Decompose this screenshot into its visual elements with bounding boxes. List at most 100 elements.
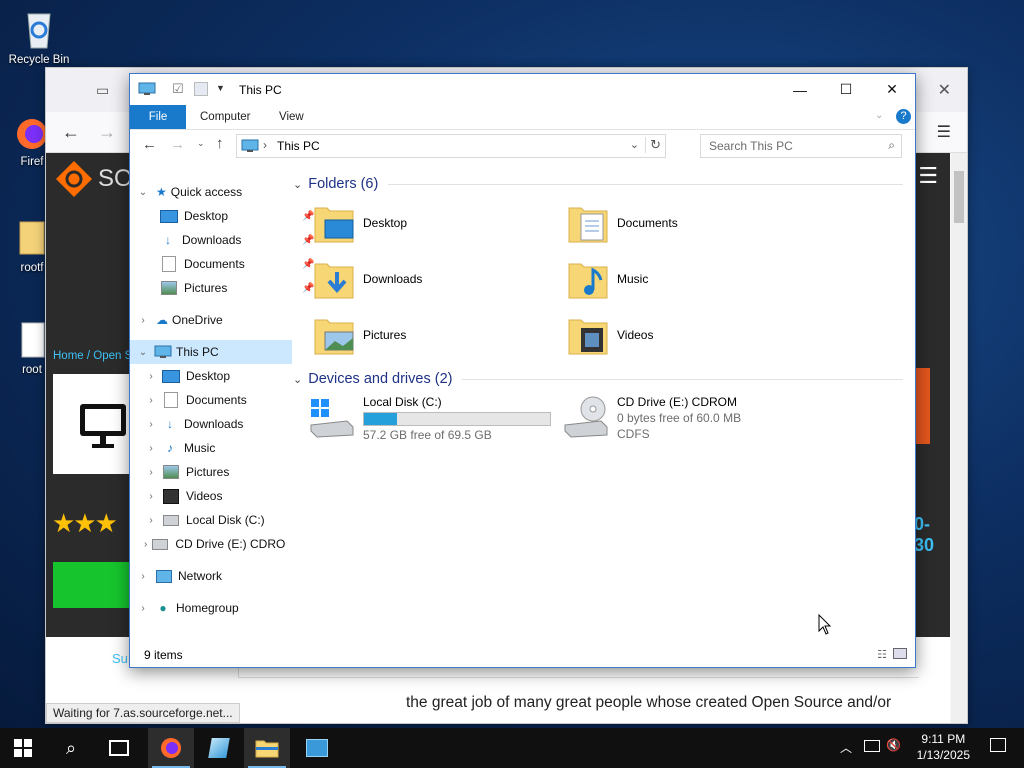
clock[interactable]: 9:11 PM 1/13/2025 xyxy=(917,731,970,763)
tab-file[interactable]: File xyxy=(130,105,186,129)
taskbar-firefox[interactable] xyxy=(148,728,194,768)
nav-pc-music[interactable]: › ♪ Music xyxy=(144,436,215,460)
collapsed-chevron-icon[interactable]: › xyxy=(136,315,150,326)
back-icon[interactable]: ← xyxy=(142,136,157,153)
drive-local-disk[interactable]: Local Disk (C:) 57.2 GB free of 69.5 GB xyxy=(309,395,551,451)
collapsed-chevron-icon[interactable]: › xyxy=(144,515,158,526)
tab-fragment[interactable]: Su xyxy=(112,651,128,666)
menu-icon[interactable]: ☰ xyxy=(937,122,951,142)
breadcrumb[interactable]: Home / Open S xyxy=(53,350,132,362)
expanded-chevron-icon[interactable]: ⌄ xyxy=(293,178,302,191)
minimize-button[interactable]: — xyxy=(777,74,823,105)
collapsed-chevron-icon[interactable]: › xyxy=(144,443,158,454)
folders-section-header[interactable]: ⌄ Folders (6) xyxy=(293,174,903,194)
browser-scrollbar[interactable] xyxy=(951,153,967,723)
refresh-icon[interactable]: ↻ xyxy=(645,137,661,153)
taskbar-control-panel[interactable] xyxy=(294,728,340,768)
search-input[interactable]: Search This PC ⌕ xyxy=(700,134,902,158)
drive-cd[interactable]: CD Drive (E:) CDROM 0 bytes free of 60.0… xyxy=(563,395,741,451)
videos-icon xyxy=(163,488,179,504)
back-icon[interactable]: ← xyxy=(62,122,80,143)
collapsed-chevron-icon[interactable]: › xyxy=(144,395,158,406)
taskbar-app[interactable] xyxy=(196,728,242,768)
nav-onedrive[interactable]: › ☁ OneDrive xyxy=(136,308,222,332)
address-bar[interactable]: › This PC ⌄ ↻ xyxy=(236,134,666,158)
collapsed-chevron-icon[interactable]: › xyxy=(136,571,150,582)
collapsed-chevron-icon[interactable]: › xyxy=(144,371,158,382)
collapsed-chevron-icon[interactable]: › xyxy=(136,603,150,614)
tray-expand-icon[interactable]: ︿ xyxy=(840,739,852,756)
folder-downloads[interactable]: Downloads xyxy=(313,255,422,303)
start-button[interactable] xyxy=(0,728,46,768)
nav-label: Network xyxy=(178,569,223,583)
nav-pc-desktop[interactable]: › Desktop xyxy=(144,364,230,388)
nav-quick-downloads[interactable]: ↓ Downloads 📌 xyxy=(160,228,314,252)
properties-icon[interactable]: ☑ xyxy=(172,81,184,97)
close-button[interactable]: ✕ xyxy=(869,74,915,105)
folder-documents[interactable]: Documents xyxy=(567,199,678,247)
help-icon[interactable]: ? xyxy=(896,109,911,124)
folder-label: Music xyxy=(617,272,649,286)
nav-homegroup[interactable]: › ● Homegroup xyxy=(136,596,238,620)
collapsed-chevron-icon[interactable]: › xyxy=(144,467,158,478)
tab-view[interactable]: View xyxy=(267,105,316,129)
desktop-icon xyxy=(160,209,178,223)
collapsed-chevron-icon[interactable]: › xyxy=(144,491,158,502)
recent-dropdown-icon[interactable]: ⌄ xyxy=(197,138,205,149)
details-view-icon[interactable]: ☷ xyxy=(877,648,887,661)
sourceforge-logo[interactable]: SO xyxy=(54,159,133,199)
nav-network[interactable]: › Network xyxy=(136,564,222,588)
nav-quick-documents[interactable]: Documents 📌 xyxy=(160,252,314,276)
ribbon-expand-icon[interactable]: ⌄ xyxy=(875,110,883,121)
address-dropdown-icon[interactable]: ⌄ xyxy=(630,138,639,151)
nav-pc-documents[interactable]: › Documents xyxy=(144,388,247,412)
folder-videos[interactable]: Videos xyxy=(567,311,653,359)
folder-icon xyxy=(255,740,279,758)
hamburger-icon[interactable]: ☰ xyxy=(918,163,938,189)
nav-this-pc[interactable]: ⌄ This PC xyxy=(130,340,292,364)
up-icon[interactable]: ↑ xyxy=(216,135,224,152)
nav-pc-videos[interactable]: › Videos xyxy=(144,484,222,508)
drive-space: 0 bytes free of 60.0 MB xyxy=(617,411,742,425)
forward-icon[interactable]: → xyxy=(98,122,116,143)
music-icon: ♪ xyxy=(167,441,173,455)
new-folder-icon[interactable] xyxy=(194,82,208,96)
folder-desktop[interactable]: Desktop xyxy=(313,199,407,247)
nav-pc-local-disk[interactable]: › Local Disk (C:) xyxy=(144,508,264,532)
desktop-icon-recycle-bin[interactable]: Recycle Bin xyxy=(1,8,77,66)
folder-pictures[interactable]: Pictures xyxy=(313,311,406,359)
qat-dropdown-icon[interactable]: ▼ xyxy=(216,83,225,93)
nav-label: Documents xyxy=(184,257,245,271)
explorer-window[interactable]: ☑ ▼ This PC — ☐ ✕ File Computer View ⌄ ?… xyxy=(129,73,916,668)
nav-quick-desktop[interactable]: Desktop 📌 xyxy=(160,204,314,228)
search-button[interactable]: ⌕ xyxy=(48,728,94,768)
scrollbar-thumb[interactable] xyxy=(954,171,964,223)
drives-section-header[interactable]: ⌄ Devices and drives (2) xyxy=(293,369,903,389)
network-tray-icon[interactable] xyxy=(864,740,880,752)
folder-music[interactable]: Music xyxy=(567,255,648,303)
forward-icon[interactable]: → xyxy=(170,136,185,153)
expanded-chevron-icon[interactable]: ⌄ xyxy=(136,187,150,198)
nav-quick-access[interactable]: ⌄ ★ Quick access xyxy=(136,180,242,204)
volume-muted-icon[interactable]: 🔇 xyxy=(886,738,901,752)
breadcrumb-chevron-icon[interactable]: › xyxy=(263,138,267,152)
task-view-button[interactable] xyxy=(96,728,142,768)
close-icon[interactable]: ✕ xyxy=(938,80,951,100)
tab-overview-icon[interactable]: ▭ xyxy=(96,82,109,99)
nav-label: Music xyxy=(184,441,216,455)
maximize-button[interactable]: ☐ xyxy=(823,74,869,105)
nav-quick-pictures[interactable]: Pictures 📌 xyxy=(160,276,314,300)
nav-pc-cd-drive[interactable]: › CD Drive (E:) CDROM xyxy=(144,532,286,556)
expanded-chevron-icon[interactable]: ⌄ xyxy=(293,373,302,386)
collapsed-chevron-icon[interactable]: › xyxy=(144,419,158,430)
collapsed-chevron-icon[interactable]: › xyxy=(144,539,147,550)
notification-icon[interactable] xyxy=(990,738,1006,752)
tab-computer[interactable]: Computer xyxy=(188,105,263,129)
pictures-icon xyxy=(161,281,177,295)
expanded-chevron-icon[interactable]: ⌄ xyxy=(136,347,150,358)
download-button[interactable] xyxy=(53,562,133,608)
large-icons-view-icon[interactable] xyxy=(893,648,907,659)
nav-pc-downloads[interactable]: › ↓ Downloads xyxy=(144,412,243,436)
nav-pc-pictures[interactable]: › Pictures xyxy=(144,460,229,484)
taskbar-file-explorer[interactable] xyxy=(244,728,290,768)
